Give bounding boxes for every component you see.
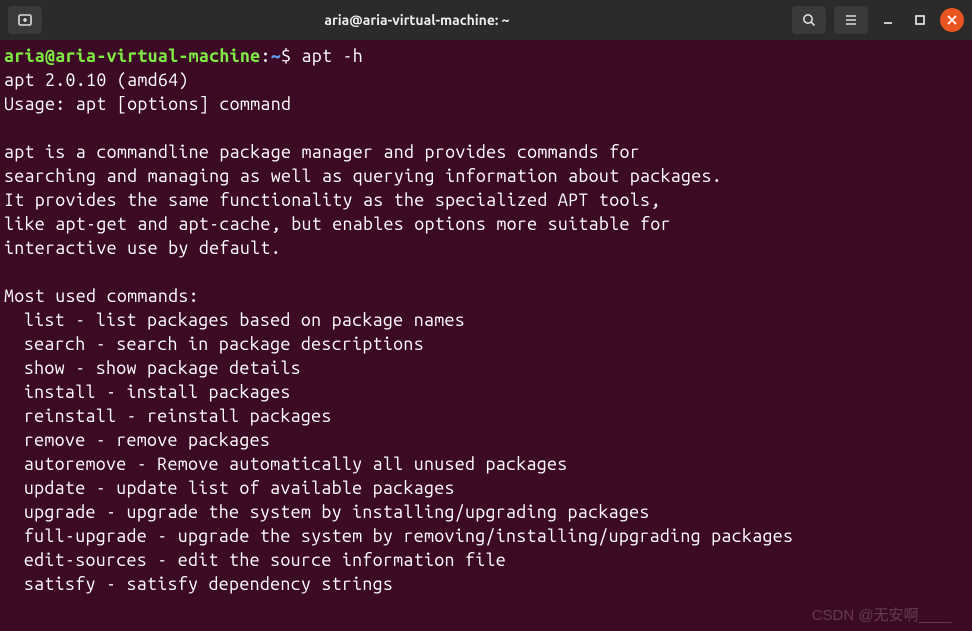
prompt-path: ~ [271,46,281,66]
command-item: full-upgrade - upgrade the system by rem… [4,524,968,548]
output-usage: Usage: apt [options] command [4,92,968,116]
output-desc-0: apt is a commandline package manager and… [4,140,968,164]
new-tab-icon [17,12,33,28]
command-item: install - install packages [4,380,968,404]
command-item: remove - remove packages [4,428,968,452]
menu-button[interactable] [834,6,868,34]
commands-header: Most used commands: [4,284,968,308]
command-text: apt -h [302,46,364,66]
command-item: edit-sources - edit the source informati… [4,548,968,572]
blank-line [4,260,968,284]
search-icon [801,12,817,28]
command-item: satisfy - satisfy dependency strings [4,572,968,596]
command-item: update - update list of available packag… [4,476,968,500]
hamburger-icon [843,12,859,28]
minimize-icon [882,14,894,26]
watermark: CSDN @无安啊____ [812,604,952,625]
minimize-button[interactable] [876,8,900,32]
command-item: reinstall - reinstall packages [4,404,968,428]
output-version: apt 2.0.10 (amd64) [4,68,968,92]
prompt-user-host: aria@aria-virtual-machine [4,46,260,66]
command-item: show - show package details [4,356,968,380]
blank-line [4,116,968,140]
prompt-line: aria@aria-virtual-machine:~$ apt -h [4,44,968,68]
command-item: upgrade - upgrade the system by installi… [4,500,968,524]
close-button[interactable] [940,8,964,32]
search-button[interactable] [792,6,826,34]
output-desc-4: interactive use by default. [4,236,968,260]
titlebar: aria@aria-virtual-machine: ~ [0,0,972,40]
maximize-button[interactable] [908,8,932,32]
maximize-icon [914,14,926,26]
output-desc-2: It provides the same functionality as th… [4,188,968,212]
window-title: aria@aria-virtual-machine: ~ [48,12,786,28]
terminal-content[interactable]: aria@aria-virtual-machine:~$ apt -hapt 2… [0,40,972,600]
close-icon [946,14,958,26]
output-desc-1: searching and managing as well as queryi… [4,164,968,188]
prompt-separator: : [260,46,270,66]
new-tab-button[interactable] [8,6,42,34]
command-item: search - search in package descriptions [4,332,968,356]
prompt-symbol: $ [281,46,291,66]
command-item: list - list packages based on package na… [4,308,968,332]
command-item: autoremove - Remove automatically all un… [4,452,968,476]
output-desc-3: like apt-get and apt-cache, but enables … [4,212,968,236]
